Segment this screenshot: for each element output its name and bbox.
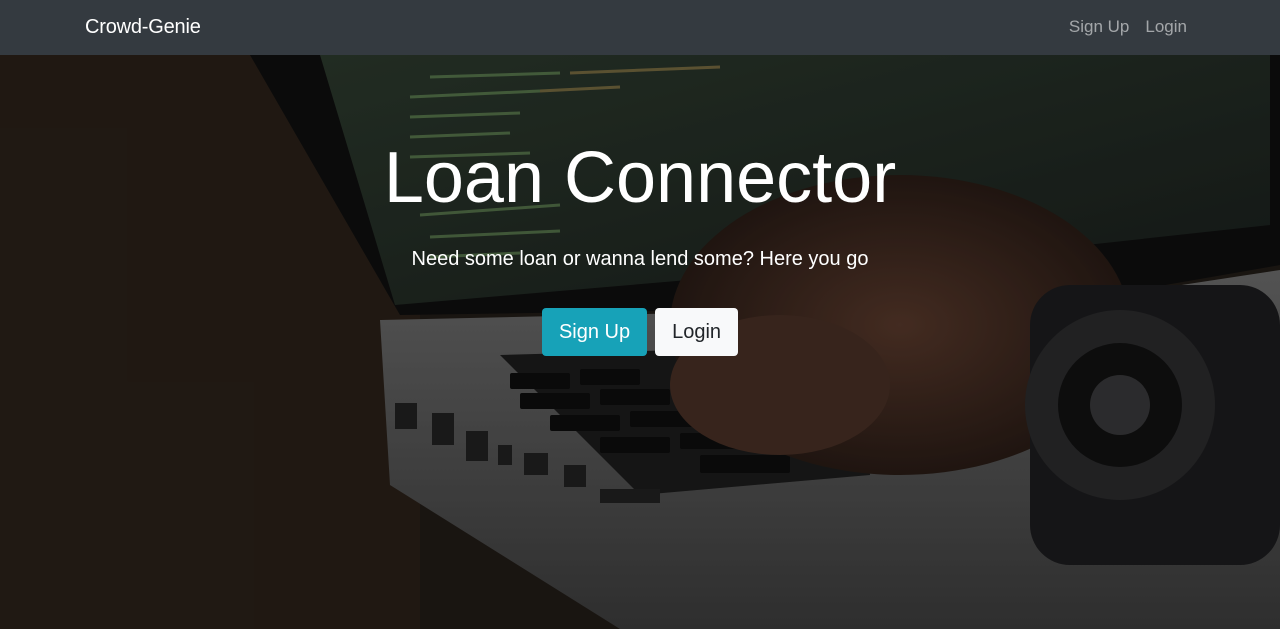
- hero-section: Loan Connector Need some loan or wanna l…: [0, 55, 1280, 629]
- hero-content: Loan Connector Need some loan or wanna l…: [0, 55, 1280, 629]
- login-button[interactable]: Login: [655, 308, 739, 356]
- nav-login-link[interactable]: Login: [1145, 16, 1187, 38]
- brand-link[interactable]: Crowd-Genie: [85, 14, 201, 40]
- nav-links: Sign Up Login: [1069, 16, 1187, 38]
- navbar: Crowd-Genie Sign Up Login: [0, 0, 1280, 55]
- hero-buttons: Sign Up Login: [0, 308, 1280, 356]
- hero-subtitle: Need some loan or wanna lend some? Here …: [411, 248, 869, 270]
- hero-title: Loan Connector: [383, 138, 897, 218]
- nav-signup-link[interactable]: Sign Up: [1069, 16, 1129, 38]
- signup-button[interactable]: Sign Up: [541, 308, 648, 356]
